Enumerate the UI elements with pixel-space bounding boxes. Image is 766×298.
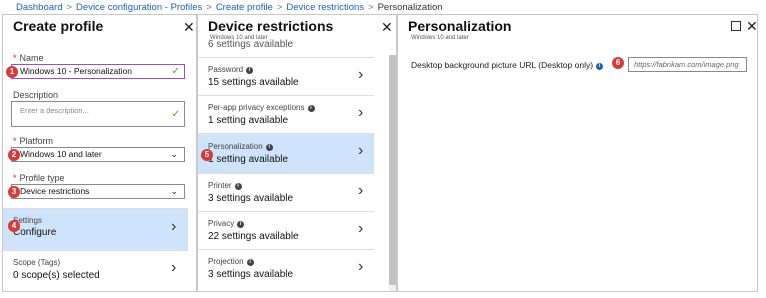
- breadcrumb-device-configuration[interactable]: Device configuration - Profiles: [76, 2, 202, 13]
- list-item-value: 3 settings available: [208, 269, 294, 280]
- check-icon: ✓: [171, 66, 180, 77]
- chevron-right-icon: ›: [171, 218, 177, 235]
- list-item-label: Per-app privacy exceptions: [208, 103, 305, 112]
- list-item-personalization[interactable]: Personalization i 1 setting available ›: [198, 133, 374, 173]
- background-url-label: Desktop background picture URL (Desktop …: [411, 60, 604, 70]
- list-item-label: Privacy: [208, 219, 235, 228]
- personalization-subtitle: Windows 10 and later: [411, 35, 469, 41]
- chevron-right-icon: ›: [358, 258, 364, 275]
- scope-value: 0 scope(s) selected: [13, 270, 100, 281]
- description-placeholder: Enter a description...: [20, 106, 89, 115]
- step-marker-2: 2: [8, 149, 20, 161]
- info-icon: i: [246, 67, 254, 74]
- create-profile-title: Create profile: [13, 18, 104, 34]
- name-value: Windows 10 - Personalization: [20, 66, 132, 76]
- close-icon[interactable]: ✕: [183, 20, 195, 34]
- personalization-blade: Personalization Windows 10 and later ✕ D…: [397, 14, 758, 292]
- description-field[interactable]: Enter a description... ✓: [11, 101, 185, 127]
- list-item-value: 6 settings available: [208, 39, 294, 50]
- background-url-input[interactable]: https://fabrikam.com/image.png: [628, 57, 747, 72]
- check-icon: ✓: [171, 109, 180, 120]
- step-marker-3: 3: [8, 186, 20, 198]
- info-icon: i: [246, 259, 254, 266]
- platform-value: Windows 10 and later: [20, 149, 102, 159]
- chevron-right-icon: ›: [171, 259, 177, 276]
- list-item-label: Personalization: [208, 142, 263, 151]
- platform-label: * Platform: [13, 136, 54, 146]
- profile-type-label: * Profile type: [13, 173, 65, 183]
- breadcrumb-separator-icon: >: [66, 2, 73, 13]
- chevron-right-icon: ›: [358, 182, 364, 199]
- info-icon: i: [596, 63, 604, 70]
- chevron-down-icon: ⌄: [170, 149, 178, 159]
- breadcrumb-personalization: Personalization: [377, 2, 443, 13]
- list-item-password[interactable]: Password i 15 settings available ›: [198, 57, 374, 95]
- close-icon[interactable]: ✕: [381, 20, 393, 34]
- description-label: Description: [13, 90, 59, 100]
- list-item-printer[interactable]: Printer i 3 settings available ›: [198, 173, 374, 211]
- chevron-right-icon: ›: [358, 104, 364, 121]
- chevron-right-icon: ›: [358, 220, 364, 237]
- step-marker-6: 6: [612, 57, 624, 69]
- maximize-icon[interactable]: [731, 21, 741, 31]
- breadcrumb-separator-icon: >: [276, 2, 283, 13]
- info-icon: i: [265, 144, 273, 151]
- info-icon: i: [307, 105, 315, 112]
- settings-list-item[interactable]: 6 settings available: [198, 37, 374, 57]
- name-field[interactable]: Windows 10 - Personalization ✓: [11, 64, 185, 79]
- list-item-label: Password: [208, 65, 244, 74]
- device-restrictions-blade: Device restrictions Windows 10 and later…: [197, 14, 397, 292]
- settings-value: Configure: [13, 227, 57, 238]
- list-item-label: Printer: [208, 181, 232, 190]
- step-marker-5: 5: [201, 149, 213, 161]
- scope-label: Scope (Tags): [13, 258, 61, 267]
- platform-dropdown[interactable]: Windows 10 and later ⌄: [11, 147, 185, 162]
- device-restrictions-title: Device restrictions: [208, 18, 334, 34]
- step-marker-1: 1: [6, 66, 18, 78]
- breadcrumb-create-profile[interactable]: Create profile: [216, 2, 273, 13]
- list-item-value: 22 settings available: [208, 231, 299, 242]
- name-label: * Name: [13, 53, 44, 63]
- breadcrumb-separator-icon: >: [206, 2, 212, 13]
- breadcrumb-dashboard[interactable]: Dashboard: [16, 2, 62, 13]
- breadcrumb-separator-icon: >: [368, 2, 374, 13]
- list-item-projection[interactable]: Projection i 3 settings available ›: [198, 249, 374, 291]
- list-item-value: 1 setting available: [208, 154, 289, 165]
- chevron-right-icon: ›: [358, 66, 364, 83]
- breadcrumb-device-restrictions[interactable]: Device restrictions: [286, 2, 364, 13]
- step-marker-4: 4: [8, 220, 20, 232]
- scrollbar-thumb[interactable]: [389, 55, 396, 285]
- close-icon[interactable]: ✕: [746, 19, 757, 33]
- info-icon: i: [237, 221, 245, 228]
- list-item-per-app-privacy[interactable]: Per-app privacy exceptions i 1 setting av…: [198, 95, 374, 133]
- chevron-down-icon: ⌄: [170, 186, 178, 196]
- scope-nav-item[interactable]: Scope (Tags) 0 scope(s) selected ›: [3, 250, 188, 290]
- settings-nav-item[interactable]: Settings Configure ›: [3, 208, 188, 250]
- create-profile-blade: Create profile ✕ * Name Windows 10 - Pers…: [2, 14, 197, 292]
- list-item-value: 3 settings available: [208, 193, 294, 204]
- list-item-privacy[interactable]: Privacy i 22 settings available ›: [198, 211, 374, 249]
- list-item-value: 15 settings available: [208, 77, 299, 88]
- list-item-label: Projection: [208, 257, 244, 266]
- personalization-title: Personalization: [408, 18, 512, 34]
- profile-type-dropdown[interactable]: Device restrictions ⌄: [11, 184, 185, 199]
- chevron-right-icon: ›: [358, 142, 364, 159]
- profile-type-value: Device restrictions: [20, 186, 90, 196]
- info-icon: i: [234, 183, 242, 190]
- list-item-value: 1 setting available: [208, 115, 289, 126]
